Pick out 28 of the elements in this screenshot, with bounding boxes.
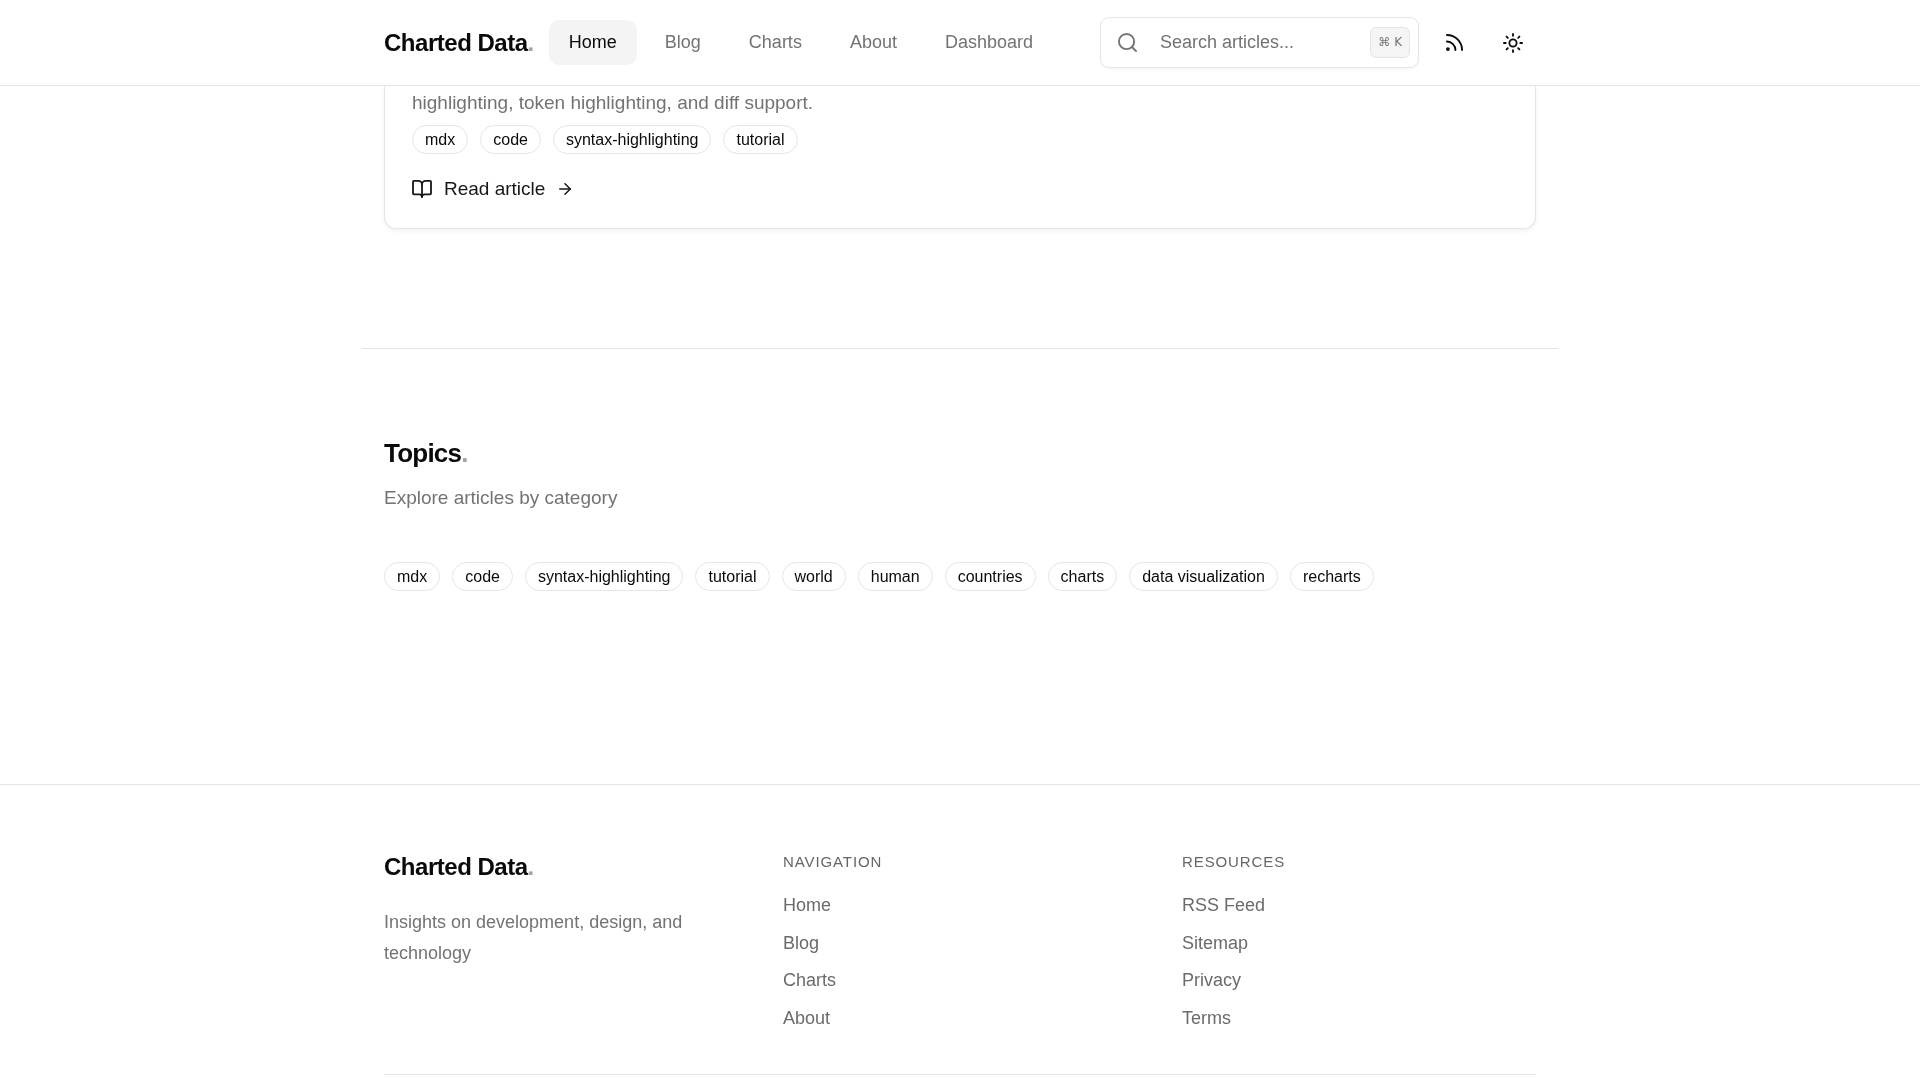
search-icon <box>1118 33 1137 52</box>
footer-link[interactable]: RSS Feed <box>1182 892 1266 918</box>
section-heading: Topics. <box>384 437 468 469</box>
read-article-link[interactable]: Read article <box>412 171 572 207</box>
footer-logo[interactable]: Charted Data. <box>384 852 534 882</box>
footer-tagline: Insights on development, design, and technology <box>384 911 684 965</box>
book-icon <box>412 180 432 198</box>
site-logo[interactable]: Charted Data. <box>384 27 534 58</box>
footer-link[interactable]: Home <box>783 892 831 918</box>
footer-heading: NAVIGATION <box>783 852 883 872</box>
footer-link[interactable]: About <box>783 1004 831 1031</box>
footer-heading: RESOURCES <box>1182 852 1286 872</box>
footer-link[interactable]: Charts <box>783 967 836 993</box>
nav-link[interactable]: Charts <box>728 20 822 65</box>
nav-link[interactable]: About <box>829 20 917 65</box>
article-excerpt: highlighting, token highlighting, and diff support. <box>412 91 814 115</box>
section-subtitle: Explore articles by category <box>384 486 618 510</box>
footer-link[interactable]: Privacy <box>1182 967 1241 993</box>
nav-link[interactable]: Home <box>548 20 637 65</box>
shortcut-hint: ⌘ K <box>1370 27 1410 58</box>
footer-link[interactable]: Sitemap <box>1182 929 1249 956</box>
footer-link[interactable]: Blog <box>783 929 820 956</box>
arrow-icon <box>559 183 572 195</box>
nav-link[interactable]: Dashboard <box>924 20 1053 65</box>
footer-link[interactable]: Terms <box>1182 1004 1231 1031</box>
nav-link[interactable]: Blog <box>644 20 721 65</box>
sun-icon <box>1503 32 1523 53</box>
rss-icon <box>1445 34 1463 51</box>
